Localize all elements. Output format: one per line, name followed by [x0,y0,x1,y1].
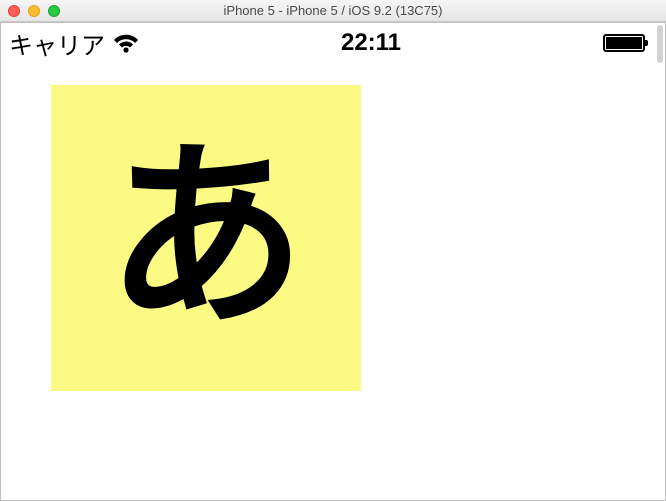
zoom-icon[interactable] [48,5,60,17]
close-icon[interactable] [8,5,20,17]
carrier-label: キャリア [9,26,105,61]
window-titlebar: iPhone 5 - iPhone 5 / iOS 9.2 (13C75) [0,0,666,22]
scrollbar-thumb[interactable] [657,25,663,63]
traffic-lights [0,5,60,17]
status-left: キャリア [9,26,139,61]
simulator-viewport: キャリア 22:11 あ [0,22,666,501]
battery-fill [606,37,642,49]
app-content: あ [1,63,655,500]
minimize-icon[interactable] [28,5,40,17]
simulator-screen[interactable]: キャリア 22:11 あ [1,23,655,500]
character-label: あ [106,138,306,338]
wifi-icon [113,33,139,53]
battery-icon [603,34,645,52]
status-right [603,34,645,52]
window-title: iPhone 5 - iPhone 5 / iOS 9.2 (13C75) [0,3,666,18]
status-clock: 22:11 [341,29,401,57]
yellow-box: あ [51,85,361,391]
ios-status-bar: キャリア 22:11 [1,23,655,63]
